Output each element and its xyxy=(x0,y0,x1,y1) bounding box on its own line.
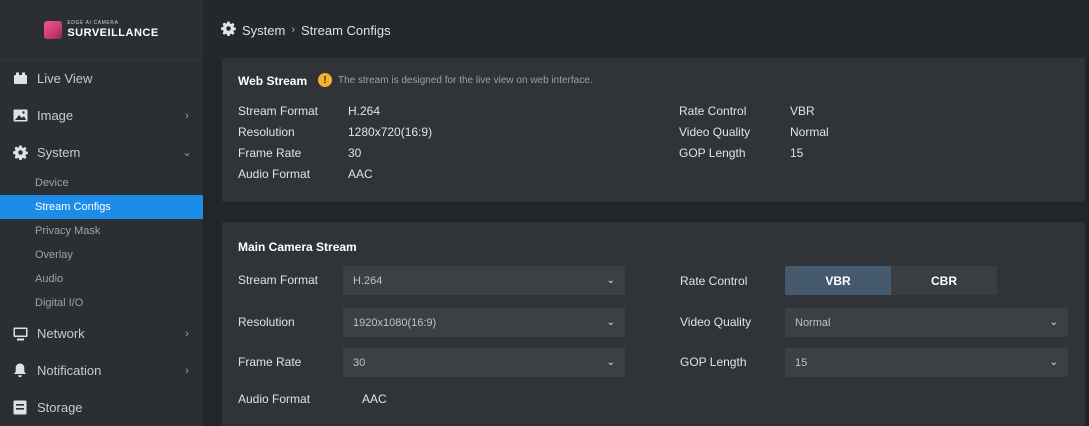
logo-small-text: EDGE AI CAMERA xyxy=(67,19,119,26)
sidebar-item-label: System xyxy=(37,145,81,160)
sidebar-item-system[interactable]: System ⌄ xyxy=(0,134,203,171)
chevron-down-icon: ⌄ xyxy=(606,275,615,286)
stream-format-select[interactable]: H.264 ⌄ xyxy=(343,266,625,295)
rate-control-toggle: VBR CBR xyxy=(785,266,997,295)
field-label: Frame Rate xyxy=(238,146,302,160)
sidebar: EDGE AI CAMERA SURVEILLANCE Live View Im… xyxy=(0,0,203,426)
info-icon: ! xyxy=(318,73,332,87)
sidebar-subitem-digital-io[interactable]: Digital I/O xyxy=(0,291,203,315)
rate-control-label: Rate Control xyxy=(680,274,748,288)
main-camera-stream-panel: Main Camera Stream Stream Format H.264 ⌄… xyxy=(222,222,1085,426)
sidebar-item-label: Notification xyxy=(37,363,102,378)
chevron-right-icon: › xyxy=(185,327,189,340)
chevron-right-icon: › xyxy=(185,109,189,122)
video-quality-label: Video Quality xyxy=(680,315,752,329)
image-icon xyxy=(12,108,28,124)
sidebar-item-label: Live View xyxy=(37,71,93,86)
frame-rate-select[interactable]: 30 ⌄ xyxy=(343,348,625,377)
select-value: 30 xyxy=(353,356,366,369)
gear-icon xyxy=(221,21,236,39)
video-quality-select[interactable]: Normal ⌄ xyxy=(785,308,1068,337)
field-label: Rate Control xyxy=(679,104,747,118)
chevron-down-icon: ⌄ xyxy=(606,317,615,328)
select-value: H.264 xyxy=(353,274,383,287)
storage-icon xyxy=(12,400,28,416)
breadcrumb-separator-icon: › xyxy=(291,24,296,36)
field-label: GOP Length xyxy=(679,146,746,160)
sidebar-item-notification[interactable]: Notification › xyxy=(0,352,203,389)
chevron-down-icon: ⌄ xyxy=(1049,357,1058,368)
sidebar-item-live-view[interactable]: Live View xyxy=(0,60,203,97)
breadcrumb: System › Stream Configs xyxy=(221,21,391,39)
web-stream-hint: ! The stream is designed for the live vi… xyxy=(318,73,593,87)
field-value: 30 xyxy=(348,146,362,160)
sidebar-subitem-privacy-mask[interactable]: Privacy Mask xyxy=(0,219,203,243)
select-value: 15 xyxy=(795,356,808,369)
sidebar-item-label: Network xyxy=(37,326,85,341)
main-stream-title: Main Camera Stream xyxy=(238,240,357,254)
resolution-label: Resolution xyxy=(238,315,295,329)
chevron-down-icon: ⌄ xyxy=(1049,317,1058,328)
bell-icon xyxy=(12,363,28,379)
breadcrumb-section[interactable]: System xyxy=(242,23,285,38)
sidebar-item-storage[interactable]: Storage xyxy=(0,389,203,426)
logo[interactable]: EDGE AI CAMERA SURVEILLANCE xyxy=(44,19,159,39)
select-value: 1920x1080(16:9) xyxy=(353,316,437,329)
sidebar-subitem-audio[interactable]: Audio xyxy=(0,267,203,291)
sidebar-subitem-device[interactable]: Device xyxy=(0,171,203,195)
top-bar: System › Stream Configs xyxy=(203,0,1089,60)
field-label: Video Quality xyxy=(679,125,751,139)
field-value: 1280x720(16:9) xyxy=(348,125,433,139)
chevron-down-icon: ⌄ xyxy=(182,147,192,159)
field-value: AAC xyxy=(348,167,373,181)
logo-mark-icon xyxy=(44,20,63,39)
web-stream-panel: Web Stream ! The stream is designed for … xyxy=(222,58,1085,202)
sidebar-item-image[interactable]: Image › xyxy=(0,97,203,134)
gear-icon xyxy=(12,145,28,161)
audio-format-label: Audio Format xyxy=(238,392,311,406)
chevron-right-icon: › xyxy=(185,364,189,377)
field-value: 15 xyxy=(790,146,804,160)
field-label: Resolution xyxy=(238,125,295,139)
monitor-icon xyxy=(12,326,28,342)
web-stream-hint-text: The stream is designed for the live view… xyxy=(338,74,593,86)
logo-area: EDGE AI CAMERA SURVEILLANCE xyxy=(0,0,203,60)
logo-text: EDGE AI CAMERA SURVEILLANCE xyxy=(67,19,159,39)
gop-length-select[interactable]: 15 ⌄ xyxy=(785,348,1068,377)
web-stream-title: Web Stream xyxy=(238,74,308,88)
logo-big-text: SURVEILLANCE xyxy=(67,26,159,39)
stream-format-label: Stream Format xyxy=(238,273,319,287)
field-value: VBR xyxy=(790,104,815,118)
sidebar-subitem-overlay[interactable]: Overlay xyxy=(0,243,203,267)
select-value: Normal xyxy=(795,316,831,329)
sidebar-item-network[interactable]: Network › xyxy=(0,315,203,352)
resolution-select[interactable]: 1920x1080(16:9) ⌄ xyxy=(343,308,625,337)
field-label: Audio Format xyxy=(238,167,311,181)
rate-control-vbr-option[interactable]: VBR xyxy=(785,266,891,295)
audio-format-value: AAC xyxy=(362,392,387,406)
sidebar-item-label: Image xyxy=(37,108,74,123)
sidebar-item-label: Storage xyxy=(37,400,83,415)
sidebar-subitem-stream-configs[interactable]: Stream Configs xyxy=(0,195,203,219)
rate-control-cbr-option[interactable]: CBR xyxy=(891,266,997,295)
field-value: Normal xyxy=(790,125,829,139)
frame-rate-label: Frame Rate xyxy=(238,355,302,369)
breadcrumb-page: Stream Configs xyxy=(301,22,391,38)
field-value: H.264 xyxy=(348,104,381,118)
chevron-down-icon: ⌄ xyxy=(606,357,615,368)
field-label: Stream Format xyxy=(238,104,319,118)
gop-length-label: GOP Length xyxy=(680,355,747,369)
video-icon xyxy=(12,71,28,87)
